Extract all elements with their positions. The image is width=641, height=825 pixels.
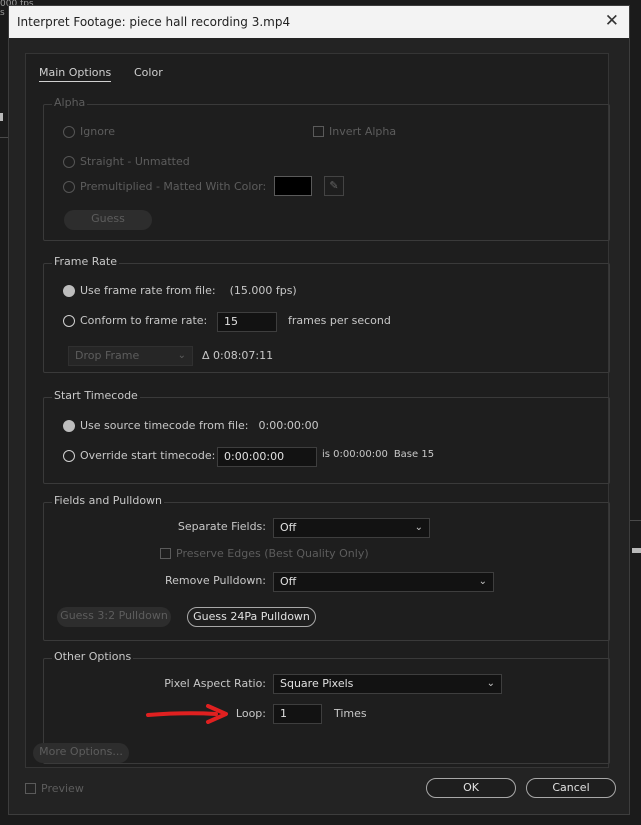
invert-alpha-checkbox[interactable]: Invert Alpha bbox=[313, 125, 396, 138]
background-divider bbox=[630, 520, 641, 521]
alpha-straight-radio[interactable]: Straight - Unmatted bbox=[63, 155, 190, 168]
chevron-down-icon: ⌄ bbox=[478, 576, 487, 587]
pixel-aspect-ratio-select[interactable]: Square Pixels ⌄ bbox=[273, 674, 502, 694]
pixel-aspect-ratio-label: Pixel Aspect Ratio: bbox=[164, 677, 266, 690]
checkbox-icon bbox=[25, 783, 36, 794]
remove-pulldown-value: Off bbox=[280, 575, 297, 588]
loop-times-label: Times bbox=[334, 707, 367, 720]
override-timecode-input[interactable]: 0:00:00:00 bbox=[217, 447, 317, 467]
timecode-is-text: is 0:00:00:00 bbox=[322, 449, 388, 460]
alpha-ignore-label: Ignore bbox=[80, 125, 115, 138]
checkbox-icon bbox=[160, 548, 171, 559]
radio-icon bbox=[63, 314, 75, 327]
alpha-premultiplied-radio[interactable]: Premultiplied - Matted With Color: bbox=[63, 180, 266, 193]
fields-pulldown-group-label: Fields and Pulldown bbox=[52, 494, 165, 507]
duration-delta: Δ 0:08:07:11 bbox=[202, 349, 274, 362]
frame-rate-group-label: Frame Rate bbox=[52, 255, 119, 268]
background-marker bbox=[0, 113, 3, 121]
invert-alpha-label: Invert Alpha bbox=[329, 125, 397, 138]
file-fps-value: (15.000 fps) bbox=[229, 284, 297, 297]
guess-32-pulldown-button[interactable]: Guess 3:2 Pulldown bbox=[57, 607, 171, 627]
tab-color[interactable]: Color bbox=[134, 66, 163, 79]
alpha-group-label: Alpha bbox=[52, 96, 88, 109]
chevron-down-icon: ⌄ bbox=[177, 350, 186, 361]
tab-main-options[interactable]: Main Options bbox=[39, 66, 112, 82]
conform-frame-rate-radio[interactable]: Conform to frame rate: bbox=[63, 314, 207, 327]
other-options-group-label: Other Options bbox=[52, 650, 134, 663]
eyedropper-icon[interactable]: ✎ bbox=[324, 176, 344, 196]
use-source-timecode-radio[interactable]: Use source timecode from file: 0:00:00:0… bbox=[63, 419, 319, 432]
interpret-footage-dialog: Interpret Footage: piece hall recording … bbox=[8, 5, 630, 815]
use-file-frame-rate-radio[interactable]: Use frame rate from file: (15.000 fps) bbox=[63, 284, 297, 297]
preview-checkbox[interactable]: Preview bbox=[25, 782, 84, 795]
preserve-edges-label: Preserve Edges (Best Quality Only) bbox=[176, 547, 369, 560]
title-bar: Interpret Footage: piece hall recording … bbox=[9, 6, 629, 38]
pixel-aspect-ratio-value: Square Pixels bbox=[280, 677, 354, 690]
background-marker bbox=[632, 548, 641, 553]
ok-button[interactable]: OK bbox=[426, 778, 516, 798]
radio-icon bbox=[63, 155, 75, 168]
separate-fields-select[interactable]: Off ⌄ bbox=[273, 518, 430, 538]
alpha-straight-label: Straight - Unmatted bbox=[80, 155, 190, 168]
guess-24pa-pulldown-button[interactable]: Guess 24Pa Pulldown bbox=[187, 607, 316, 627]
drop-frame-select[interactable]: Drop Frame ⌄ bbox=[68, 346, 193, 366]
close-icon[interactable]: ✕ bbox=[605, 11, 619, 31]
checkbox-icon bbox=[313, 126, 324, 137]
start-timecode-group-label: Start Timecode bbox=[52, 389, 140, 402]
preserve-edges-checkbox[interactable]: Preserve Edges (Best Quality Only) bbox=[160, 547, 369, 560]
remove-pulldown-select[interactable]: Off ⌄ bbox=[273, 572, 494, 592]
start-timecode-group: Start Timecode Use source timecode from … bbox=[43, 389, 610, 484]
timecode-result: is 0:00:00:00 Base 15 bbox=[322, 449, 434, 460]
radio-icon bbox=[63, 419, 75, 432]
alpha-group: Alpha Ignore Invert Alpha Straight - Unm… bbox=[43, 96, 610, 241]
conform-frame-rate-label: Conform to frame rate: bbox=[80, 314, 208, 327]
conform-fps-input[interactable]: 15 bbox=[217, 312, 277, 332]
override-timecode-label: Override start timecode: bbox=[80, 449, 216, 462]
more-options-button[interactable]: More Options... bbox=[33, 743, 129, 763]
tab-panel: Main Options Color Alpha Ignore Invert A… bbox=[25, 53, 610, 768]
radio-icon bbox=[63, 125, 75, 138]
preview-label: Preview bbox=[41, 782, 84, 795]
cancel-button[interactable]: Cancel bbox=[526, 778, 616, 798]
radio-icon bbox=[63, 449, 75, 462]
alpha-premultiplied-label: Premultiplied - Matted With Color: bbox=[80, 180, 267, 193]
fps-unit-label: frames per second bbox=[288, 314, 391, 327]
use-source-timecode-label: Use source timecode from file: bbox=[80, 419, 249, 432]
background-divider bbox=[0, 137, 8, 138]
timecode-base-text: Base 15 bbox=[393, 449, 435, 460]
matte-color-swatch[interactable] bbox=[274, 176, 312, 196]
fields-pulldown-group: Fields and Pulldown Separate Fields: Off… bbox=[43, 494, 610, 641]
guess-alpha-button[interactable]: Guess bbox=[64, 210, 152, 230]
source-timecode-value: 0:00:00:00 bbox=[258, 419, 319, 432]
window-title: Interpret Footage: piece hall recording … bbox=[17, 15, 291, 29]
chevron-down-icon: ⌄ bbox=[486, 678, 495, 689]
remove-pulldown-label: Remove Pulldown: bbox=[164, 574, 266, 587]
frame-rate-group: Frame Rate Use frame rate from file: (15… bbox=[43, 255, 610, 373]
separate-fields-value: Off bbox=[280, 521, 297, 534]
separate-fields-label: Separate Fields: bbox=[177, 520, 266, 533]
drop-frame-value: Drop Frame bbox=[75, 349, 140, 362]
red-arrow-annotation bbox=[146, 704, 228, 724]
chevron-down-icon: ⌄ bbox=[414, 522, 423, 533]
override-timecode-radio[interactable]: Override start timecode: bbox=[63, 449, 215, 462]
loop-count-input[interactable]: 1 bbox=[273, 704, 322, 724]
alpha-ignore-radio[interactable]: Ignore bbox=[63, 125, 115, 138]
radio-icon bbox=[63, 180, 75, 193]
use-file-frame-rate-label: Use frame rate from file: bbox=[80, 284, 216, 297]
radio-icon bbox=[63, 284, 75, 297]
